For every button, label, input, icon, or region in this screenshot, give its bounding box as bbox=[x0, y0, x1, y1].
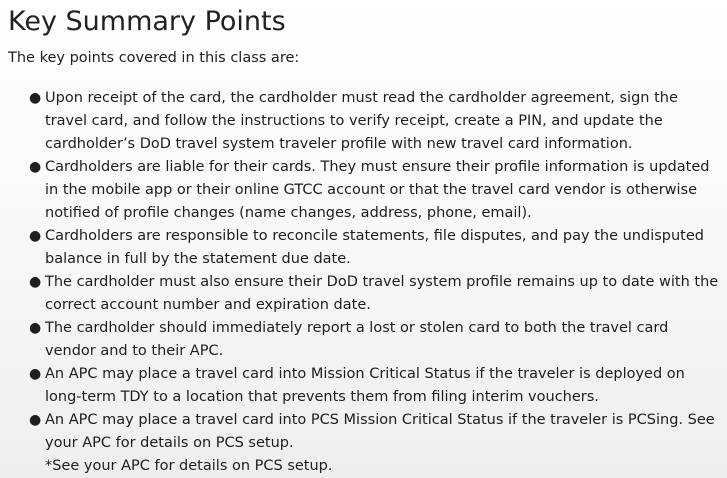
bullet-icon: ● bbox=[29, 412, 42, 428]
list-item: ● Upon receipt of the card, the cardhold… bbox=[29, 87, 722, 156]
list-item: ● Cardholders are responsible to reconci… bbox=[29, 225, 722, 271]
intro-text: The key points covered in this class are… bbox=[8, 50, 300, 66]
summary-content: Key Summary Points The key points covere… bbox=[8, 0, 722, 478]
list-item-text: An APC may place a travel card into Miss… bbox=[45, 366, 685, 405]
bullet-icon: ● bbox=[29, 320, 42, 336]
list-item-text: Upon receipt of the card, the cardholder… bbox=[45, 90, 678, 152]
pcs-setup-note: *See your APC for details on PCS setup. bbox=[45, 458, 333, 474]
list-item: ● An APC may place a travel card into Mi… bbox=[29, 363, 722, 409]
list-item-text: Cardholders are liable for their cards. … bbox=[45, 159, 710, 221]
list-item-text: The cardholder must also ensure their Do… bbox=[45, 274, 719, 313]
key-points-list: ● Upon receipt of the card, the cardhold… bbox=[8, 87, 722, 478]
page-title: Key Summary Points bbox=[8, 6, 286, 37]
bullet-icon: ● bbox=[29, 274, 42, 290]
bullet-icon: ● bbox=[29, 159, 42, 175]
list-item: ● The cardholder must also ensure their … bbox=[29, 271, 722, 317]
list-item: ● The cardholder should immediately repo… bbox=[29, 317, 722, 363]
list-item-text: An APC may place a travel card into PCS … bbox=[45, 412, 715, 451]
list-item-text: Cardholders are responsible to reconcile… bbox=[45, 228, 704, 267]
bullet-icon: ● bbox=[29, 228, 42, 244]
list-item: ● Cardholders are liable for their cards… bbox=[29, 156, 722, 225]
list-item-text: The cardholder should immediately report… bbox=[45, 320, 669, 359]
bullet-icon: ● bbox=[29, 90, 42, 106]
list-item: ● An APC may place a travel card into PC… bbox=[29, 409, 722, 478]
bullet-icon: ● bbox=[29, 366, 42, 382]
